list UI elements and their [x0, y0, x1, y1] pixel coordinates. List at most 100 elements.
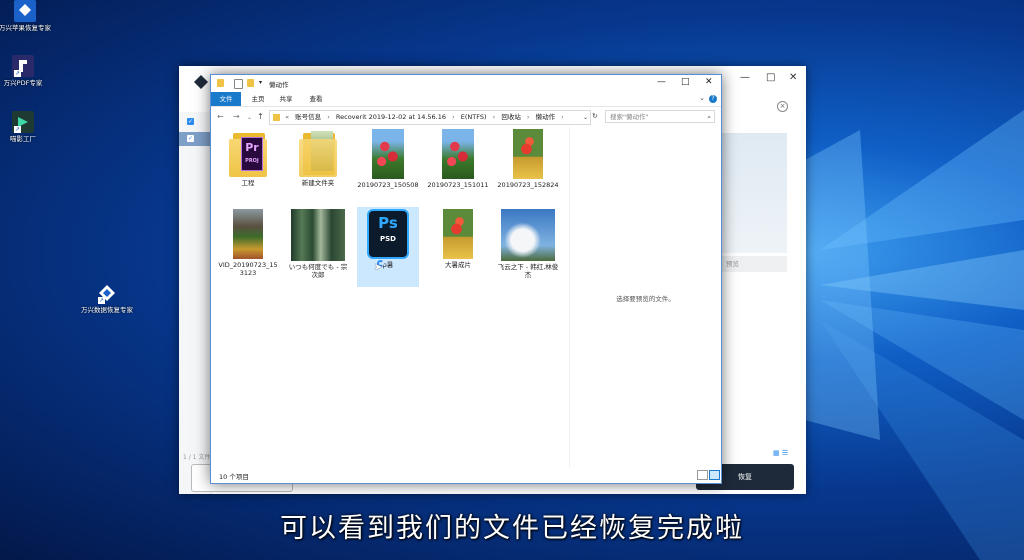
desktop-icon-apple-recovery[interactable]: 万兴苹果恢复专家 — [0, 0, 53, 32]
desktop-icon-label: 万兴PDF专家 — [3, 79, 43, 87]
file-item[interactable]: Pr PROJ 工程 — [217, 127, 279, 207]
file-list: Pr PROJ 工程 新建文件夹 20190723_150508 20190723… — [211, 127, 569, 467]
breadcrumb-item[interactable]: 账号信息 — [295, 113, 321, 121]
file-item[interactable]: 大暑成片 — [427, 207, 489, 287]
file-name: 20190723_152824 — [497, 181, 559, 189]
video-thumbnail — [233, 209, 263, 259]
refresh-icon[interactable]: ↻ — [592, 112, 598, 120]
address-dropdown-icon[interactable]: ⌄ — [583, 114, 588, 121]
help-icon[interactable]: ? — [709, 95, 717, 103]
mouse-cursor-icon: ➤ — [374, 262, 383, 273]
file-name: 20190723_151011 — [427, 181, 489, 189]
file-name: いつも何度でも - 宗次郎 — [288, 263, 348, 279]
audio-thumbnail — [291, 209, 345, 261]
file-item[interactable]: 20190723_152824 — [497, 127, 559, 207]
desktop-icon-data-recovery[interactable]: ↗ 万兴数据恢复专家 — [79, 282, 135, 314]
app-logo-icon — [194, 75, 208, 89]
tab-home[interactable]: 主页 — [247, 92, 269, 106]
folder-tree-panel: ✓ — [179, 112, 212, 494]
breadcrumb-separator-icon: › — [492, 113, 496, 121]
pr-folder-icon: Pr PROJ — [229, 131, 267, 177]
audio-thumbnail — [501, 209, 555, 261]
breadcrumb-item[interactable]: E(NTFS) — [461, 113, 487, 121]
address-bar[interactable]: « 账号信息 › Recoverit 2019-12-02 at 14.56.1… — [269, 110, 591, 125]
preview-pane: 选择要预览的文件。 — [569, 127, 721, 467]
close-button[interactable]: ✕ — [705, 77, 713, 87]
folder-icon — [273, 113, 280, 121]
file-name: p暑 — [382, 261, 394, 269]
desktop-icon-label: 喵影工厂 — [10, 135, 36, 143]
breadcrumb-overflow[interactable]: « — [285, 113, 289, 121]
breadcrumb-item[interactable]: Recoverit 2019-12-02 at 14.56.16 — [336, 113, 446, 121]
navigation-bar: ← → ⌄ ↑ « 账号信息 › Recoverit 2019-12-02 at… — [211, 107, 721, 127]
filmora-icon: ↗ — [12, 111, 34, 133]
folder-icon — [217, 79, 224, 87]
minimize-button[interactable]: — — [657, 77, 666, 87]
checkbox-icon[interactable]: ✓ — [187, 118, 194, 125]
data-recovery-icon: ↗ — [96, 282, 118, 304]
breadcrumb-separator-icon: › — [452, 113, 455, 121]
title-bar: ▾ 懒动作 — □ ✕ — [211, 75, 721, 92]
shortcut-arrow-icon: ↗ — [14, 70, 21, 77]
file-item-selected[interactable]: Ps PSD p暑 — [357, 207, 419, 287]
breadcrumb-item[interactable]: 懒动作 — [536, 113, 556, 121]
forward-arrow-icon[interactable]: → — [233, 112, 240, 121]
clear-search-icon[interactable]: × — [777, 101, 788, 112]
image-thumbnail — [442, 129, 474, 179]
tab-view[interactable]: 查看 — [305, 92, 327, 106]
search-icon[interactable]: ⌕ — [707, 111, 711, 124]
view-toggle-icon[interactable]: ▦ ☰ — [773, 449, 788, 457]
properties-icon[interactable] — [234, 79, 243, 89]
image-thumbnail — [372, 129, 404, 179]
desktop-icon-label: 万兴苹果恢复专家 — [0, 24, 51, 32]
breadcrumb-separator-icon: › — [526, 113, 530, 121]
shortcut-arrow-icon: ↗ — [14, 126, 21, 133]
file-item[interactable]: 飞云之下 - 韩红,林俊杰 — [497, 207, 559, 287]
video-subtitle: 可以看到我们的文件已经恢复完成啦 — [280, 513, 744, 544]
desktop-icon-filmora[interactable]: ↗ 喵影工厂 — [0, 111, 51, 143]
file-item[interactable]: 20190723_151011 — [427, 127, 489, 207]
photoshop-file-icon: Ps PSD — [367, 209, 409, 259]
close-button[interactable]: ✕ — [789, 72, 797, 83]
pdf-expert-icon: ↗ — [12, 55, 34, 77]
breadcrumb-separator-icon: › — [327, 113, 330, 121]
maximize-button[interactable]: □ — [766, 72, 775, 83]
large-icons-view-icon[interactable] — [709, 470, 720, 480]
status-bar: 10 个项目 — [211, 467, 721, 483]
preview-button[interactable]: 预览 — [722, 256, 787, 272]
dropdown-icon[interactable]: ▾ — [259, 79, 266, 87]
search-input[interactable]: 搜索"懒动作" ⌕ — [605, 110, 715, 123]
tab-file[interactable]: 文件 — [211, 92, 241, 106]
file-name: 新建文件夹 — [301, 179, 335, 187]
preview-message: 选择要预览的文件。 — [616, 295, 675, 303]
breadcrumb-separator-icon: › — [561, 113, 564, 121]
file-item[interactable]: 新建文件夹 — [287, 127, 349, 207]
ribbon-tabs: 文件 主页 共享 查看 ⌄ ? — [211, 92, 721, 107]
up-arrow-icon[interactable]: ↑ — [257, 112, 264, 121]
photo-folder-icon — [299, 131, 337, 177]
maximize-button[interactable]: □ — [681, 77, 690, 87]
file-name: 大暑成片 — [445, 261, 471, 269]
tab-share[interactable]: 共享 — [275, 92, 297, 106]
minimize-button[interactable]: — — [740, 72, 750, 83]
file-explorer-window: ▾ 懒动作 — □ ✕ 文件 主页 共享 查看 ⌄ ? ← → ⌄ ↑ « 账号… — [210, 74, 722, 484]
checkbox-icon[interactable]: ✓ — [187, 135, 194, 142]
window-title: 懒动作 — [269, 81, 289, 89]
new-folder-icon[interactable] — [247, 79, 254, 87]
item-count: 10 个项目 — [219, 473, 249, 481]
file-item[interactable]: 20190723_150508 — [357, 127, 419, 207]
wondershare-recovery-icon — [14, 0, 36, 22]
selected-tree-row[interactable]: ✓ — [179, 132, 211, 146]
details-view-icon[interactable] — [697, 470, 708, 480]
desktop-icon-label: 万兴数据恢复专家 — [81, 306, 133, 314]
file-item[interactable]: いつも何度でも - 宗次郎 — [287, 207, 349, 287]
desktop-icon-pdf-expert[interactable]: ↗ 万兴PDF专家 — [0, 55, 51, 87]
video-thumbnail — [443, 209, 473, 259]
chevron-down-icon[interactable]: ⌄ — [247, 114, 252, 121]
back-arrow-icon[interactable]: ← — [217, 112, 224, 121]
breadcrumb-item[interactable]: 回收站 — [501, 113, 521, 121]
file-name: 飞云之下 - 韩红,林俊杰 — [497, 263, 559, 279]
file-item[interactable]: VID_20190723_153123 — [217, 207, 279, 287]
chevron-down-icon[interactable]: ⌄ — [699, 94, 705, 102]
file-name: 工程 — [241, 179, 255, 187]
